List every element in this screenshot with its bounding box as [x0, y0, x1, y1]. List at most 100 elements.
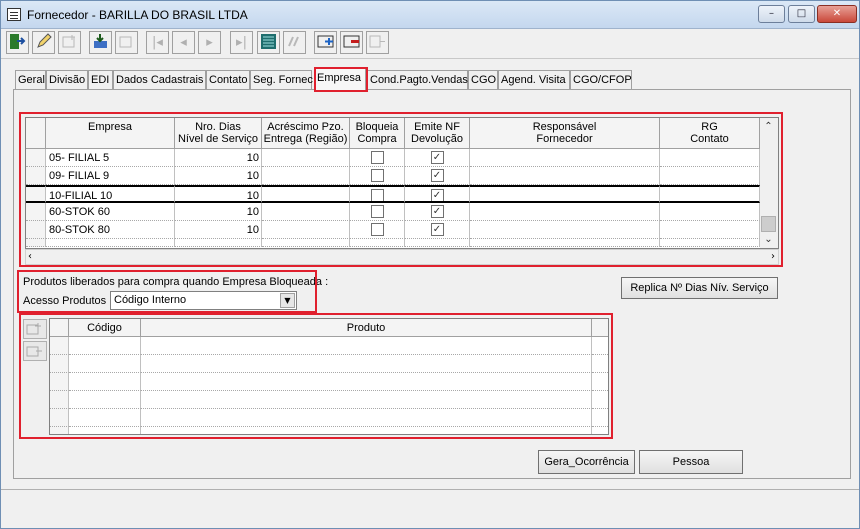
row-selector[interactable] — [26, 203, 46, 221]
tab-cond-pagto-vendas[interactable]: Cond.Pagto.Vendas — [367, 70, 468, 89]
maximize-button[interactable]: □ — [788, 5, 815, 23]
col-nro-dias-header[interactable]: Nro. Dias Nível de Serviço — [175, 118, 262, 149]
row-selector[interactable] — [26, 221, 46, 239]
tab-empresa[interactable]: Empresa — [314, 68, 366, 90]
acrescimo-cell[interactable] — [262, 149, 350, 167]
delete-line-icon[interactable] — [340, 31, 363, 54]
add-line-icon[interactable] — [314, 31, 337, 54]
emite-nf-checkbox[interactable]: ✓ — [430, 205, 444, 218]
empresa-cell[interactable]: 60-STOK 60 — [46, 203, 175, 221]
responsavel-cell[interactable] — [470, 167, 660, 185]
emite-nf-cell[interactable]: ✓ — [405, 203, 470, 221]
produto-extra-cell[interactable] — [592, 355, 608, 373]
produto-extra-cell[interactable] — [592, 373, 608, 391]
responsavel-cell[interactable] — [470, 221, 660, 239]
produto-extra-cell[interactable] — [592, 427, 608, 434]
list-icon[interactable] — [257, 31, 280, 54]
produto-row-selector[interactable] — [50, 337, 69, 355]
empresa-hscrollbar[interactable]: ‹ › — [25, 249, 779, 265]
responsavel-cell[interactable] — [470, 149, 660, 167]
nro-dias-cell[interactable]: 10 — [175, 221, 262, 239]
codigo-cell[interactable] — [69, 409, 141, 427]
col-acrescimo-header[interactable]: Acréscimo Pzo. Entrega (Região) — [262, 118, 350, 149]
produto-row-selector[interactable] — [50, 355, 69, 373]
nro-dias-cell[interactable]: 10 — [175, 203, 262, 221]
chevron-down-icon[interactable]: ▼ — [280, 293, 295, 308]
produto-row-selector[interactable] — [50, 427, 69, 434]
produto-extra-cell[interactable] — [592, 391, 608, 409]
bloqueia-checkbox[interactable] — [370, 169, 384, 182]
col-bloqueia-header[interactable]: Bloqueia Compra — [350, 118, 405, 149]
bloqueia-cell[interactable] — [350, 185, 405, 203]
tab-cgo[interactable]: CGO — [468, 70, 498, 89]
col-produto-header[interactable]: Produto — [141, 319, 592, 337]
empresa-cell[interactable]: 80-STOK 80 — [46, 221, 175, 239]
produto-cell[interactable] — [141, 409, 592, 427]
responsavel-cell[interactable] — [470, 185, 660, 203]
emite-nf-cell[interactable]: ✓ — [405, 221, 470, 239]
produto-row-selector[interactable] — [50, 409, 69, 427]
bloqueia-checkbox[interactable] — [370, 205, 384, 218]
edit-icon[interactable] — [32, 31, 55, 54]
produto-extra-cell[interactable] — [592, 409, 608, 427]
acrescimo-cell[interactable] — [262, 167, 350, 185]
scroll-right-icon[interactable]: › — [771, 250, 775, 264]
tab-cgo-cfop[interactable]: CGO/CFOP — [570, 70, 632, 89]
save-icon[interactable] — [89, 31, 112, 54]
produto-cell[interactable] — [141, 391, 592, 409]
acrescimo-cell[interactable] — [262, 203, 350, 221]
close-button[interactable]: ✕ — [817, 5, 857, 23]
emite-nf-checkbox[interactable]: ✓ — [430, 169, 444, 182]
bloqueia-cell[interactable] — [350, 167, 405, 185]
col-codigo-header[interactable]: Código — [69, 319, 141, 337]
scroll-left-icon[interactable]: ‹ — [28, 250, 32, 264]
tab-edi[interactable]: EDI — [88, 70, 113, 89]
empresa-cell[interactable]: 10-FILIAL 10 — [46, 185, 175, 203]
col-rg-header[interactable]: RG Contato — [660, 118, 760, 149]
codigo-cell[interactable] — [69, 373, 141, 391]
codigo-cell[interactable] — [69, 391, 141, 409]
col-emite-nf-header[interactable]: Emite NF Devolução — [405, 118, 470, 149]
produto-extra-cell[interactable] — [592, 337, 608, 355]
nro-dias-cell[interactable]: 10 — [175, 167, 262, 185]
replica-dias-button[interactable]: Replica Nº Dias Nív. Serviço — [621, 277, 778, 299]
col-responsavel-header[interactable]: Responsável Fornecedor — [470, 118, 660, 149]
nro-dias-cell[interactable]: 10 — [175, 185, 262, 203]
empresa-grid[interactable]: Empresa Nro. Dias Nível de Serviço Acrés… — [25, 117, 779, 249]
bloqueia-checkbox[interactable] — [370, 223, 384, 236]
emite-nf-cell[interactable]: ✓ — [405, 149, 470, 167]
row-selector[interactable] — [26, 149, 46, 167]
responsavel-cell[interactable] — [470, 203, 660, 221]
acesso-produtos-select[interactable]: Código Interno ▼ — [110, 291, 297, 310]
pessoa-button[interactable]: Pessoa — [639, 450, 743, 474]
produto-row-selector[interactable] — [50, 373, 69, 391]
produto-cell[interactable] — [141, 355, 592, 373]
tab-dados-cadastrais[interactable]: Dados Cadastrais — [113, 70, 206, 89]
tab-divisao[interactable]: Divisão — [46, 70, 88, 89]
scroll-down-icon[interactable]: ⌄ — [760, 232, 777, 248]
empresa-vscrollbar[interactable]: ⌃ ⌄ — [760, 118, 778, 248]
emite-nf-cell[interactable]: ✓ — [405, 185, 470, 203]
emite-nf-checkbox[interactable]: ✓ — [430, 223, 444, 236]
rg-cell[interactable] — [660, 203, 760, 221]
col-empresa-header[interactable]: Empresa — [46, 118, 175, 149]
tab-seg-fornec[interactable]: Seg. Fornec — [250, 70, 313, 89]
codigo-cell[interactable] — [69, 427, 141, 434]
scroll-thumb[interactable] — [761, 216, 776, 232]
tab-contato[interactable]: Contato — [206, 70, 250, 89]
rg-cell[interactable] — [660, 185, 760, 203]
bloqueia-checkbox[interactable] — [370, 189, 384, 201]
empresa-cell[interactable]: 09- FILIAL 9 — [46, 167, 175, 185]
bloqueia-cell[interactable] — [350, 203, 405, 221]
produto-row-selector[interactable] — [50, 391, 69, 409]
gera-ocorrencia-button[interactable]: Gera_Ocorrência — [538, 450, 635, 474]
emite-nf-checkbox[interactable]: ✓ — [430, 151, 444, 164]
emite-nf-cell[interactable]: ✓ — [405, 167, 470, 185]
produto-cell[interactable] — [141, 373, 592, 391]
bloqueia-cell[interactable] — [350, 149, 405, 167]
produto-cell[interactable] — [141, 427, 592, 434]
row-selector[interactable] — [26, 167, 46, 185]
rg-cell[interactable] — [660, 221, 760, 239]
row-selector[interactable] — [26, 185, 46, 203]
bloqueia-cell[interactable] — [350, 221, 405, 239]
